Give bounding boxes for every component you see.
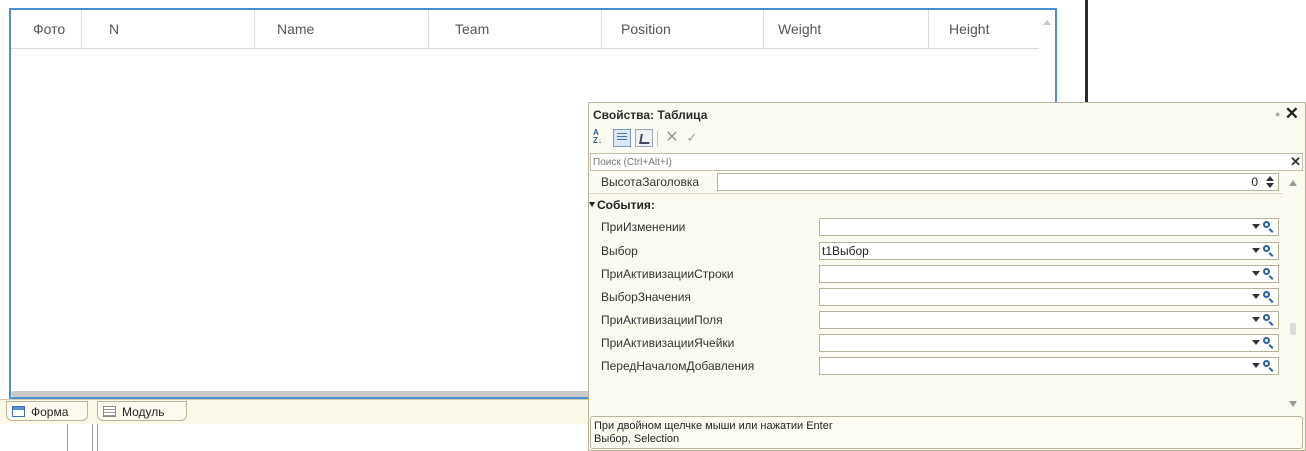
dropdown-icon[interactable] [1252,271,1260,276]
property-label: ПриАктивизацииСтроки [601,267,734,281]
property-label: ПриАктивизацииЯчейки [601,336,735,350]
property-row-header-height: ВысотаЗаголовка 0 [589,171,1283,194]
header-height-field[interactable]: 0 [717,173,1279,191]
toolbar-separator [657,131,658,146]
property-value-field[interactable] [819,311,1279,329]
magnifier-icon[interactable] [1262,220,1276,234]
filter-icon[interactable] [635,129,653,147]
properties-title-bar: Свойства: Таблица ● ✕ [589,103,1305,127]
property-row: ВыборЗначения [589,286,1283,308]
confirm-icon[interactable]: ✓ [683,129,701,147]
module-icon [103,406,116,417]
property-label: ПриИзменении [601,220,686,234]
property-description: При двойном щелчке мыши или нажатии Ente… [590,416,1303,449]
property-label: Выбор [601,244,638,258]
events-group-label: События: [597,198,655,212]
scroll-down-icon[interactable] [1289,401,1297,407]
property-label: ПередНачаломДобавления [601,359,755,373]
dropdown-icon[interactable] [1252,294,1260,299]
magnifier-icon[interactable] [1262,336,1276,350]
property-label: ПриАктивизацииПоля [601,313,723,327]
property-row: ПриАктивизацииПоля [589,309,1283,331]
magnifier-icon[interactable] [1262,267,1276,281]
spinner-icon[interactable] [1264,175,1276,189]
close-icon[interactable]: ✕ [1285,104,1299,124]
property-value-field[interactable] [819,334,1279,352]
column-header-n[interactable]: N [82,10,255,48]
scroll-up-icon[interactable] [1043,20,1051,25]
delete-icon[interactable]: ✕ [663,129,681,147]
property-row: ПриАктивизацииЯчейки [589,332,1283,354]
properties-scrollbar[interactable] [1284,171,1302,415]
tab-form-label: Форма [31,405,69,419]
property-value-field[interactable] [819,357,1279,375]
column-header-name[interactable]: Name [255,10,429,48]
column-header-height[interactable]: Height [929,10,1041,48]
properties-toolbar: A Z↓ ✕ ✓ [589,127,1305,151]
property-value-field[interactable] [819,218,1279,236]
property-value-field[interactable] [819,288,1279,306]
dropdown-icon[interactable] [1252,224,1260,229]
dropdown-icon[interactable] [1252,340,1260,345]
header-height-value: 0 [1251,175,1258,189]
magnifier-icon[interactable] [1262,290,1276,304]
categories-icon[interactable] [613,129,631,147]
dropdown-icon[interactable] [1252,317,1260,322]
properties-title: Свойства: Таблица [593,108,708,122]
column-header-weight[interactable]: Weight [764,10,929,48]
form-icon [12,406,25,417]
column-header-photo[interactable]: Фото [11,10,82,48]
properties-grid: ВысотаЗаголовка 0 События: ПриИзменении … [589,171,1283,415]
table-header: Фото N Name Team Position Weight Height [11,10,1041,49]
status-divider [92,424,93,451]
tab-module-label: Модуль [122,405,165,419]
property-label: ВысотаЗаголовка [601,175,700,189]
column-header-team[interactable]: Team [429,10,602,48]
tab-module[interactable]: Модуль [97,401,187,421]
scroll-up-icon[interactable] [1289,180,1297,186]
magnifier-icon[interactable] [1262,313,1276,327]
property-row: Выбор t1Выбор [589,240,1283,262]
description-line: Выбор, Selection [594,433,680,445]
property-label: ВыборЗначения [601,290,691,304]
search-clear-icon[interactable]: ✕ [1290,154,1301,170]
collapse-caret-icon[interactable] [589,202,595,207]
tab-form[interactable]: Форма [6,401,88,421]
property-value: t1Выбор [822,244,869,258]
status-divider [97,424,98,451]
property-row: ПриАктивизацииСтроки [589,263,1283,285]
column-header-position[interactable]: Position [602,10,764,48]
status-divider [67,424,68,451]
dropdown-icon[interactable] [1252,363,1260,368]
property-value-field[interactable]: t1Выбор [819,242,1279,260]
description-line: При двойном щелчке мыши или нажатии Ente… [594,420,833,432]
property-row: ПриИзменении [589,216,1283,238]
property-value-field[interactable] [819,265,1279,283]
properties-search-input[interactable] [593,155,1273,169]
properties-search: ✕ [590,153,1303,171]
sort-alphabetical-icon[interactable]: A Z↓ [593,129,611,147]
property-row: ПередНачаломДобавления [589,355,1283,377]
properties-panel: Свойства: Таблица ● ✕ AZ↓ ✕ ✓ ✕ ВысотаЗа… [588,102,1306,451]
events-group-header[interactable]: События: [589,194,1283,216]
magnifier-icon[interactable] [1262,244,1276,258]
magnifier-icon[interactable] [1262,359,1276,373]
dropdown-icon[interactable] [1252,248,1260,253]
pin-icon[interactable]: ● [1275,109,1281,119]
scroll-thumb[interactable] [1290,323,1296,335]
